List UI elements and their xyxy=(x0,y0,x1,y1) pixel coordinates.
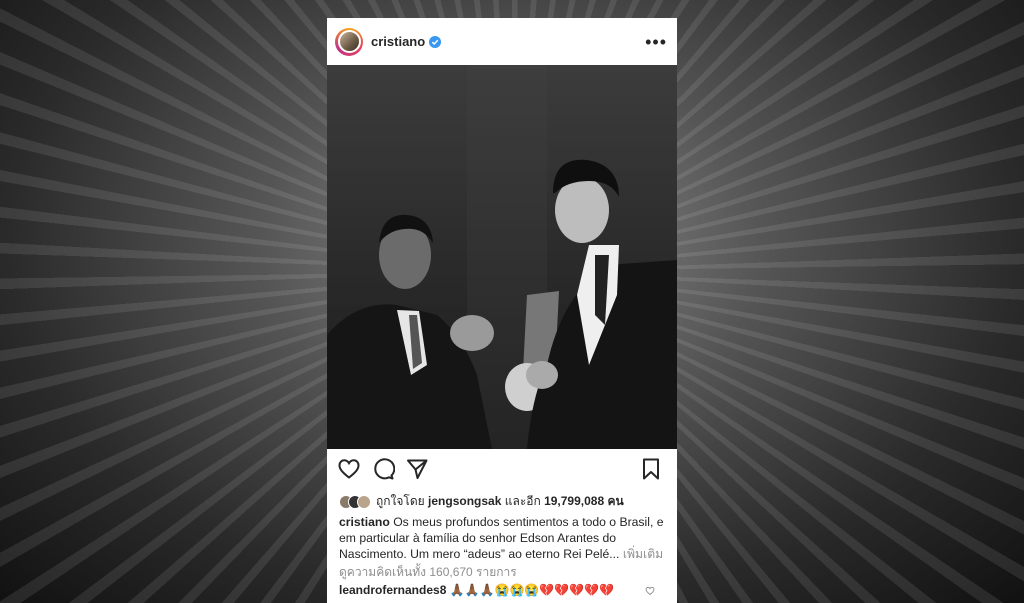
username[interactable]: cristiano xyxy=(371,34,425,49)
comment-username[interactable]: leandrofernandes8 xyxy=(339,583,446,597)
caption-more-link[interactable]: เพิ่มเติม xyxy=(619,547,663,561)
verified-badge-icon xyxy=(429,35,442,48)
instagram-post: cristiano ••• ถูกใจโดย jengsongsak และอี… xyxy=(327,18,677,603)
likes-text: ถูกใจโดย jengsongsak และอีก 19,799,088 ค… xyxy=(376,494,624,508)
likes-row[interactable]: ถูกใจโดย jengsongsak และอีก 19,799,088 ค… xyxy=(339,492,624,511)
post-caption: cristiano Os meus profundos sentimentos … xyxy=(339,514,669,562)
comment-like-icon[interactable] xyxy=(645,586,655,596)
comment-icon[interactable] xyxy=(371,457,395,481)
comment: leandrofernandes8 🙏🏾🙏🏾🙏🏾😭😭😭💔💔💔💔💔 xyxy=(339,583,667,597)
post-photo[interactable] xyxy=(327,65,677,449)
more-options-icon[interactable]: ••• xyxy=(645,33,667,51)
post-actions xyxy=(327,449,677,489)
avatar[interactable] xyxy=(335,27,363,56)
view-all-comments-link[interactable]: ดูความคิดเห็นทั้ง 160,670 รายการ xyxy=(339,563,517,582)
share-icon[interactable] xyxy=(405,457,429,481)
like-heart-icon[interactable] xyxy=(337,457,361,481)
liker-avatar xyxy=(357,494,371,509)
bookmark-icon[interactable] xyxy=(639,457,663,481)
comment-text: 🙏🏾🙏🏾🙏🏾😭😭😭💔💔💔💔💔 xyxy=(446,583,615,597)
post-header: cristiano ••• xyxy=(327,18,677,65)
caption-username[interactable]: cristiano xyxy=(339,515,390,529)
